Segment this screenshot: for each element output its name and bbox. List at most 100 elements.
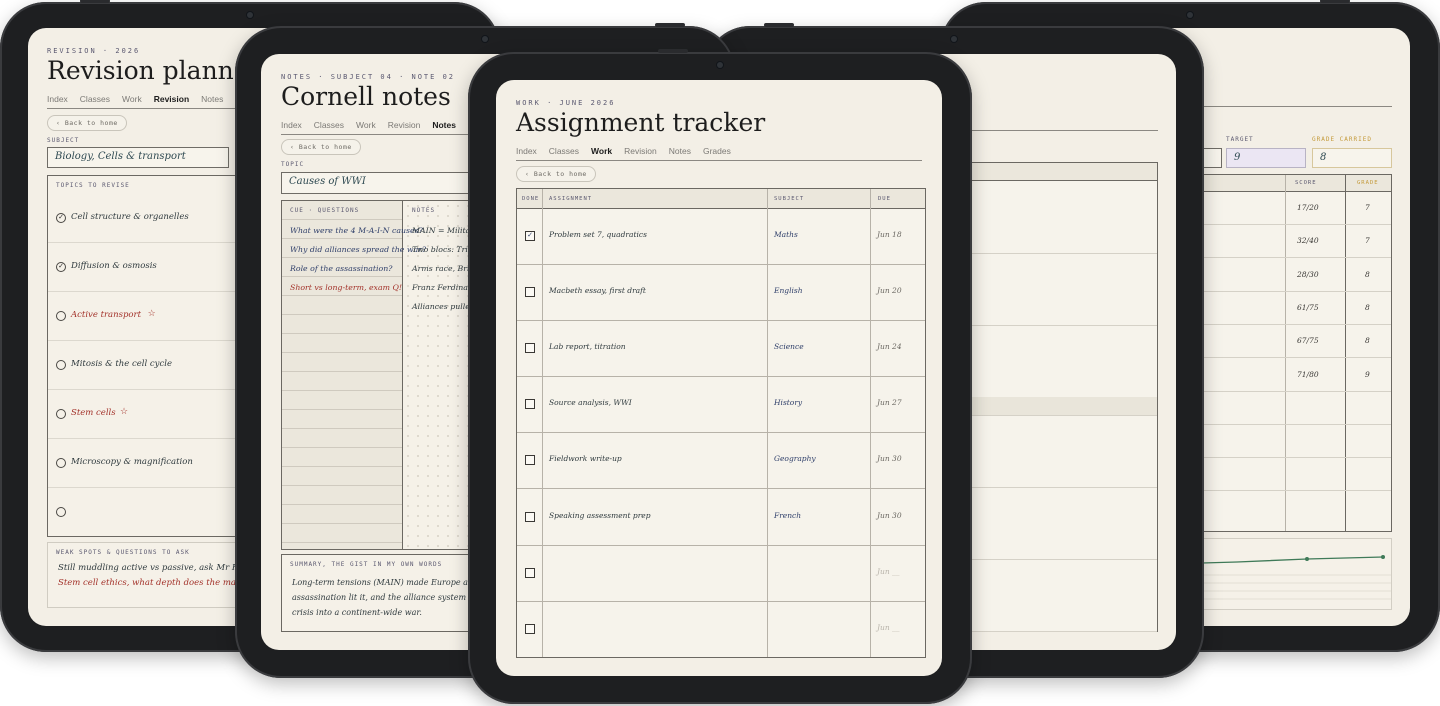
cornell-back-button[interactable]: ‹ Back to home bbox=[281, 139, 361, 155]
assignment-header: ASSIGNMENT bbox=[549, 196, 593, 202]
grade-cell: 8 bbox=[1365, 336, 1370, 346]
subject-label: SUBJECT bbox=[47, 137, 80, 144]
tab-index[interactable]: Index bbox=[281, 120, 302, 130]
tab-work[interactable]: Work bbox=[122, 94, 142, 104]
grade-cell: 7 bbox=[1365, 236, 1370, 246]
weak-spots-label: WEAK SPOTS & QUESTIONS TO ASK bbox=[56, 549, 190, 556]
star-icon: ☆ bbox=[120, 406, 129, 416]
score-cell: 67/75 bbox=[1297, 336, 1319, 346]
score-cell: 17/20 bbox=[1297, 203, 1319, 212]
assignment-due: Jun 30 bbox=[877, 510, 902, 520]
assignment-row[interactable]: Source analysis, WWI History Jun 27 bbox=[517, 376, 925, 434]
tab-grades[interactable]: Grades bbox=[703, 146, 731, 156]
circle-icon[interactable] bbox=[56, 409, 66, 419]
assignment-name: Lab report, titration bbox=[549, 342, 626, 352]
cornell-eyebrow: NOTES · SUBJECT 04 · NOTE 02 bbox=[281, 73, 456, 81]
grade-cell: 7 bbox=[1365, 203, 1370, 212]
tab-notes[interactable]: Notes bbox=[201, 94, 223, 104]
tab-revision[interactable]: Revision bbox=[624, 146, 657, 156]
camera bbox=[717, 62, 723, 68]
checkbox[interactable] bbox=[525, 287, 535, 298]
assignment-row[interactable]: Fieldwork write-up Geography Jun 30 bbox=[517, 432, 925, 490]
score-cell: 28/30 bbox=[1297, 269, 1319, 279]
tab-index[interactable]: Index bbox=[47, 94, 68, 104]
grade-carried-field[interactable]: 8 bbox=[1312, 148, 1392, 168]
assignment-due: Jun 27 bbox=[877, 398, 902, 408]
topics-label: TOPICS TO REVISE bbox=[56, 182, 130, 189]
assignment-due: Jun 20 bbox=[877, 286, 902, 296]
notes-label: NOTES bbox=[412, 207, 436, 214]
tab-revision[interactable]: Revision bbox=[388, 120, 421, 130]
checkbox[interactable] bbox=[525, 399, 535, 410]
done-header: DONE bbox=[522, 196, 540, 202]
checked-circle-icon[interactable]: ✓ bbox=[56, 213, 66, 223]
score-cell: 32/40 bbox=[1297, 236, 1319, 246]
cue-label: CUE · QUESTIONS bbox=[290, 207, 360, 214]
assignment-name: Macbeth essay, first draft bbox=[549, 286, 646, 296]
cue-item: Short vs long-term, exam Q! bbox=[290, 283, 402, 292]
circle-icon[interactable] bbox=[56, 507, 66, 517]
checkbox[interactable] bbox=[525, 343, 535, 354]
topic-label: TOPIC bbox=[281, 161, 305, 168]
assignment-row[interactable]: Jun __ bbox=[517, 601, 925, 657]
checkbox[interactable] bbox=[525, 567, 535, 578]
assignment-row[interactable]: Lab report, titration Science Jun 24 bbox=[517, 320, 925, 378]
tab-revision[interactable]: Revision bbox=[154, 94, 189, 104]
tab-classes[interactable]: Classes bbox=[314, 120, 344, 130]
tablet-assignment: WORK · JUNE 2026 Assignment tracker Inde… bbox=[468, 49, 972, 704]
score-cell: 71/80 bbox=[1297, 369, 1319, 379]
tab-work[interactable]: Work bbox=[356, 120, 376, 130]
assignment-eyebrow: WORK · JUNE 2026 bbox=[516, 99, 616, 107]
checkbox[interactable] bbox=[525, 623, 535, 634]
checkbox[interactable] bbox=[525, 455, 535, 466]
tab-classes[interactable]: Classes bbox=[80, 94, 110, 104]
topic-label: Diffusion & osmosis bbox=[71, 261, 157, 271]
assignment-row[interactable]: Jun __ bbox=[517, 545, 925, 602]
grade-cell: 9 bbox=[1365, 369, 1370, 379]
summary-label: SUMMARY, THE GIST IN MY OWN WORDS bbox=[290, 561, 443, 568]
assignment-name: Problem set 7, quadratics bbox=[549, 230, 647, 239]
checked-box-icon[interactable]: ✓ bbox=[525, 231, 535, 241]
tab-work[interactable]: Work bbox=[591, 146, 612, 156]
grade-header: GRADE bbox=[1357, 180, 1379, 186]
grade-cell: 8 bbox=[1365, 302, 1370, 312]
assignment-tabs: Index Classes Work Revision Notes Grades bbox=[516, 146, 922, 161]
circle-icon[interactable] bbox=[56, 311, 66, 321]
subject-field[interactable]: Biology, Cells & transport bbox=[47, 147, 229, 168]
target-field[interactable]: 9 bbox=[1226, 148, 1306, 168]
assignment-due: Jun 18 bbox=[877, 230, 902, 239]
assignment-subject: Science bbox=[774, 342, 804, 352]
assignment-title: Assignment tracker bbox=[516, 108, 766, 137]
assignment-row[interactable]: ✓ Problem set 7, quadratics Maths Jun 18 bbox=[517, 208, 925, 266]
assignment-due: Jun __ bbox=[877, 566, 900, 576]
assignment-name: Fieldwork write-up bbox=[549, 454, 622, 464]
assignment-row[interactable]: Macbeth essay, first draft English Jun 20 bbox=[517, 264, 925, 322]
camera bbox=[1187, 12, 1193, 18]
assignment-subject: Maths bbox=[774, 230, 798, 239]
topic-label: Microscopy & magnification bbox=[71, 457, 193, 467]
camera bbox=[951, 36, 957, 42]
checked-circle-icon[interactable]: ✓ bbox=[56, 262, 66, 272]
cornell-title: Cornell notes bbox=[281, 82, 451, 111]
assignment-subject: English bbox=[774, 286, 803, 296]
assignment-row[interactable]: Speaking assessment prep French Jun 30 bbox=[517, 489, 925, 546]
topic-label: Mitosis & the cell cycle bbox=[71, 359, 172, 369]
topic-label: Cell structure & organelles bbox=[71, 212, 189, 222]
circle-icon[interactable] bbox=[56, 458, 66, 468]
circle-icon[interactable] bbox=[56, 360, 66, 370]
grade-carried-label: GRADE CARRIED bbox=[1312, 136, 1372, 143]
tab-index[interactable]: Index bbox=[516, 146, 537, 156]
tab-notes[interactable]: Notes bbox=[669, 146, 691, 156]
revision-back-button[interactable]: ‹ Back to home bbox=[47, 115, 127, 131]
assignment-subject: History bbox=[774, 398, 803, 408]
assignment-name: Source analysis, WWI bbox=[549, 398, 632, 408]
cue-item: What were the 4 M-A-I-N causes? bbox=[290, 226, 423, 235]
topic-label: Active transport bbox=[71, 310, 141, 320]
star-icon: ☆ bbox=[147, 308, 156, 318]
due-header: DUE bbox=[878, 196, 891, 202]
cue-item: Why did alliances spread the war? bbox=[290, 245, 427, 254]
assignment-back-button[interactable]: ‹ Back to home bbox=[516, 166, 596, 182]
tab-notes[interactable]: Notes bbox=[432, 120, 456, 130]
tab-classes[interactable]: Classes bbox=[549, 146, 579, 156]
checkbox[interactable] bbox=[525, 511, 535, 522]
